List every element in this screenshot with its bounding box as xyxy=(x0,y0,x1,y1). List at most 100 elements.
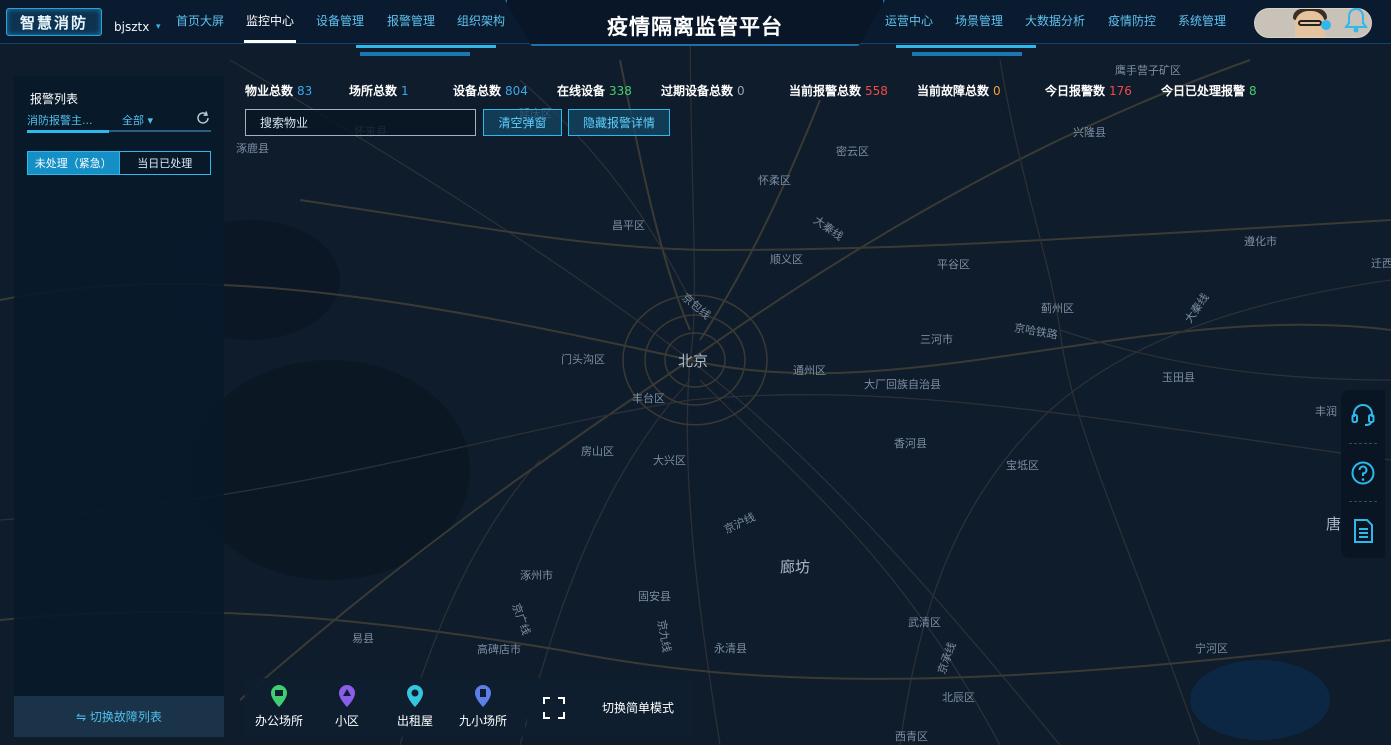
map-label: 蓟州区 xyxy=(1041,302,1074,315)
alarm-type-filter[interactable]: 消防报警主... xyxy=(27,112,93,128)
map-label: 永清县 xyxy=(714,642,747,655)
app-logo[interactable]: 智慧消防 xyxy=(6,8,102,36)
map-label: 兴隆县 xyxy=(1073,126,1106,139)
stat-label: 场所总数 xyxy=(349,84,398,98)
headset-icon[interactable] xyxy=(1341,390,1385,440)
stat-value: 1 xyxy=(401,84,409,98)
nav-scene-management[interactable]: 场景管理 xyxy=(955,12,1003,29)
fullscreen-icon xyxy=(543,696,565,719)
map-label: 丰润 xyxy=(1315,405,1337,418)
stat-value: 8 xyxy=(1249,84,1257,98)
map-label: 大兴区 xyxy=(653,454,686,467)
switch-fault-list-button[interactable]: ⇋ 切换故障列表 xyxy=(14,696,224,737)
map-label: 平谷区 xyxy=(937,258,970,271)
map-label: 武清区 xyxy=(908,616,941,629)
map-label: 固安县 xyxy=(638,590,671,603)
stat-property-total: 物业总数 83 xyxy=(245,82,312,99)
map-label-city: 北京 xyxy=(678,352,709,370)
stat-expired-devices: 过期设备总数 0 xyxy=(661,82,745,99)
map-label: 涿州市 xyxy=(520,569,553,582)
map-label-city: 廊坊 xyxy=(780,558,811,576)
stat-value: 338 xyxy=(609,84,632,98)
stat-label: 在线设备 xyxy=(557,84,606,98)
user-name[interactable]: bjsztx xyxy=(114,20,149,34)
map-label: 三河市 xyxy=(920,333,953,346)
map-label: 北辰区 xyxy=(942,691,975,704)
map-label: 昌平区 xyxy=(612,219,645,232)
panel-title: 报警列表 xyxy=(30,92,79,106)
map-label: 遵化市 xyxy=(1244,235,1277,248)
legend-label: 小区 xyxy=(334,714,359,728)
rental-pin-icon xyxy=(407,685,423,707)
stat-today-handled: 今日已处理报警 8 xyxy=(1161,82,1257,99)
map-label: 门头沟区 xyxy=(561,353,605,366)
stat-label: 物业总数 xyxy=(245,84,294,98)
map-label: 通州区 xyxy=(793,364,826,377)
map-label: 顺义区 xyxy=(770,253,803,266)
small-venue-pin-icon xyxy=(475,685,491,707)
map-label: 迁西 xyxy=(1371,257,1391,270)
switch-simple-mode-button[interactable]: 切换简单模式 xyxy=(583,678,693,737)
search-property-input[interactable] xyxy=(245,109,476,136)
nav-system-management[interactable]: 系统管理 xyxy=(1178,12,1226,29)
nav-epidemic-control[interactable]: 疫情防控 xyxy=(1108,12,1156,29)
stat-label: 当前报警总数 xyxy=(789,84,862,98)
map-label: 易县 xyxy=(352,632,374,645)
stat-today-alarms: 今日报警数 176 xyxy=(1045,82,1132,99)
document-icon[interactable] xyxy=(1341,506,1385,556)
toolbar-divider xyxy=(1349,443,1377,444)
nav-org-structure[interactable]: 组织架构 xyxy=(457,12,505,29)
refresh-icon[interactable] xyxy=(195,110,211,126)
help-icon-svg xyxy=(1351,461,1375,485)
status-dot-icon xyxy=(1321,20,1331,30)
clear-popups-button[interactable]: 清空弹窗 xyxy=(483,109,562,136)
nav-home-dashboard[interactable]: 首页大屏 xyxy=(176,12,224,29)
legend-label: 办公场所 xyxy=(254,714,303,728)
help-icon[interactable] xyxy=(1341,448,1385,498)
nav-big-data-analysis[interactable]: 大数据分析 xyxy=(1025,12,1085,29)
stat-label: 过期设备总数 xyxy=(661,84,734,98)
nav-operation-center[interactable]: 运营中心 xyxy=(885,12,933,29)
page-title: 疫情隔离监管平台 xyxy=(607,15,783,39)
tab-handled-today[interactable]: 当日已处理 xyxy=(118,152,211,174)
filter-active-indicator xyxy=(27,130,109,133)
title-stripes-right xyxy=(912,52,1022,56)
hide-alarm-details-button[interactable]: 隐藏报警详情 xyxy=(568,109,670,136)
office-pin-icon xyxy=(271,685,287,707)
stat-device-total: 设备总数 804 xyxy=(453,82,528,99)
map-label: 房山区 xyxy=(581,445,614,458)
map-label: 玉田县 xyxy=(1162,371,1195,384)
alarm-scope-filter[interactable]: 全部 ▾ xyxy=(122,112,153,128)
bell-icon[interactable] xyxy=(1344,6,1368,34)
community-pin-icon xyxy=(339,685,355,707)
map-label: 宁河区 xyxy=(1195,642,1228,655)
legend-community[interactable]: 小区 xyxy=(315,684,379,729)
stat-label: 当前故障总数 xyxy=(917,84,990,98)
alarm-tabs: 未处理（紧急） 当日已处理 xyxy=(27,151,211,175)
document-icon-svg xyxy=(1354,519,1373,543)
stat-current-faults: 当前故障总数 0 xyxy=(917,82,1001,99)
avatar-glasses xyxy=(1298,20,1322,26)
stat-label: 设备总数 xyxy=(453,84,502,98)
fullscreen-button[interactable] xyxy=(527,678,581,737)
map-label: 大厂回族自治县 xyxy=(864,378,941,391)
map-label: 鹰手营子矿区 xyxy=(1115,64,1181,77)
map-label: 宝坻区 xyxy=(1006,459,1039,472)
right-toolbar xyxy=(1341,390,1385,558)
legend-office[interactable]: 办公场所 xyxy=(247,684,311,729)
stat-value: 804 xyxy=(505,84,528,98)
tab-unhandled-urgent[interactable]: 未处理（紧急） xyxy=(28,152,119,174)
map-label: 高碑店市 xyxy=(477,643,521,656)
stat-current-alarms: 当前报警总数 558 xyxy=(789,82,888,99)
stat-venue-total: 场所总数 1 xyxy=(349,82,409,99)
map-label: 怀柔区 xyxy=(758,174,791,187)
chevron-down-icon[interactable]: ▾ xyxy=(156,22,161,32)
legend-rental[interactable]: 出租屋 xyxy=(383,684,447,729)
map-label: 丰台区 xyxy=(632,392,665,405)
stat-online-devices: 在线设备 338 xyxy=(557,82,632,99)
nav-device-management[interactable]: 设备管理 xyxy=(316,12,364,29)
legend-small-venue[interactable]: 九小场所 xyxy=(451,684,515,729)
nav-alarm-management[interactable]: 报警管理 xyxy=(387,12,435,29)
nav-monitor-center[interactable]: 监控中心 xyxy=(246,12,294,29)
stat-label: 今日已处理报警 xyxy=(1161,84,1246,98)
